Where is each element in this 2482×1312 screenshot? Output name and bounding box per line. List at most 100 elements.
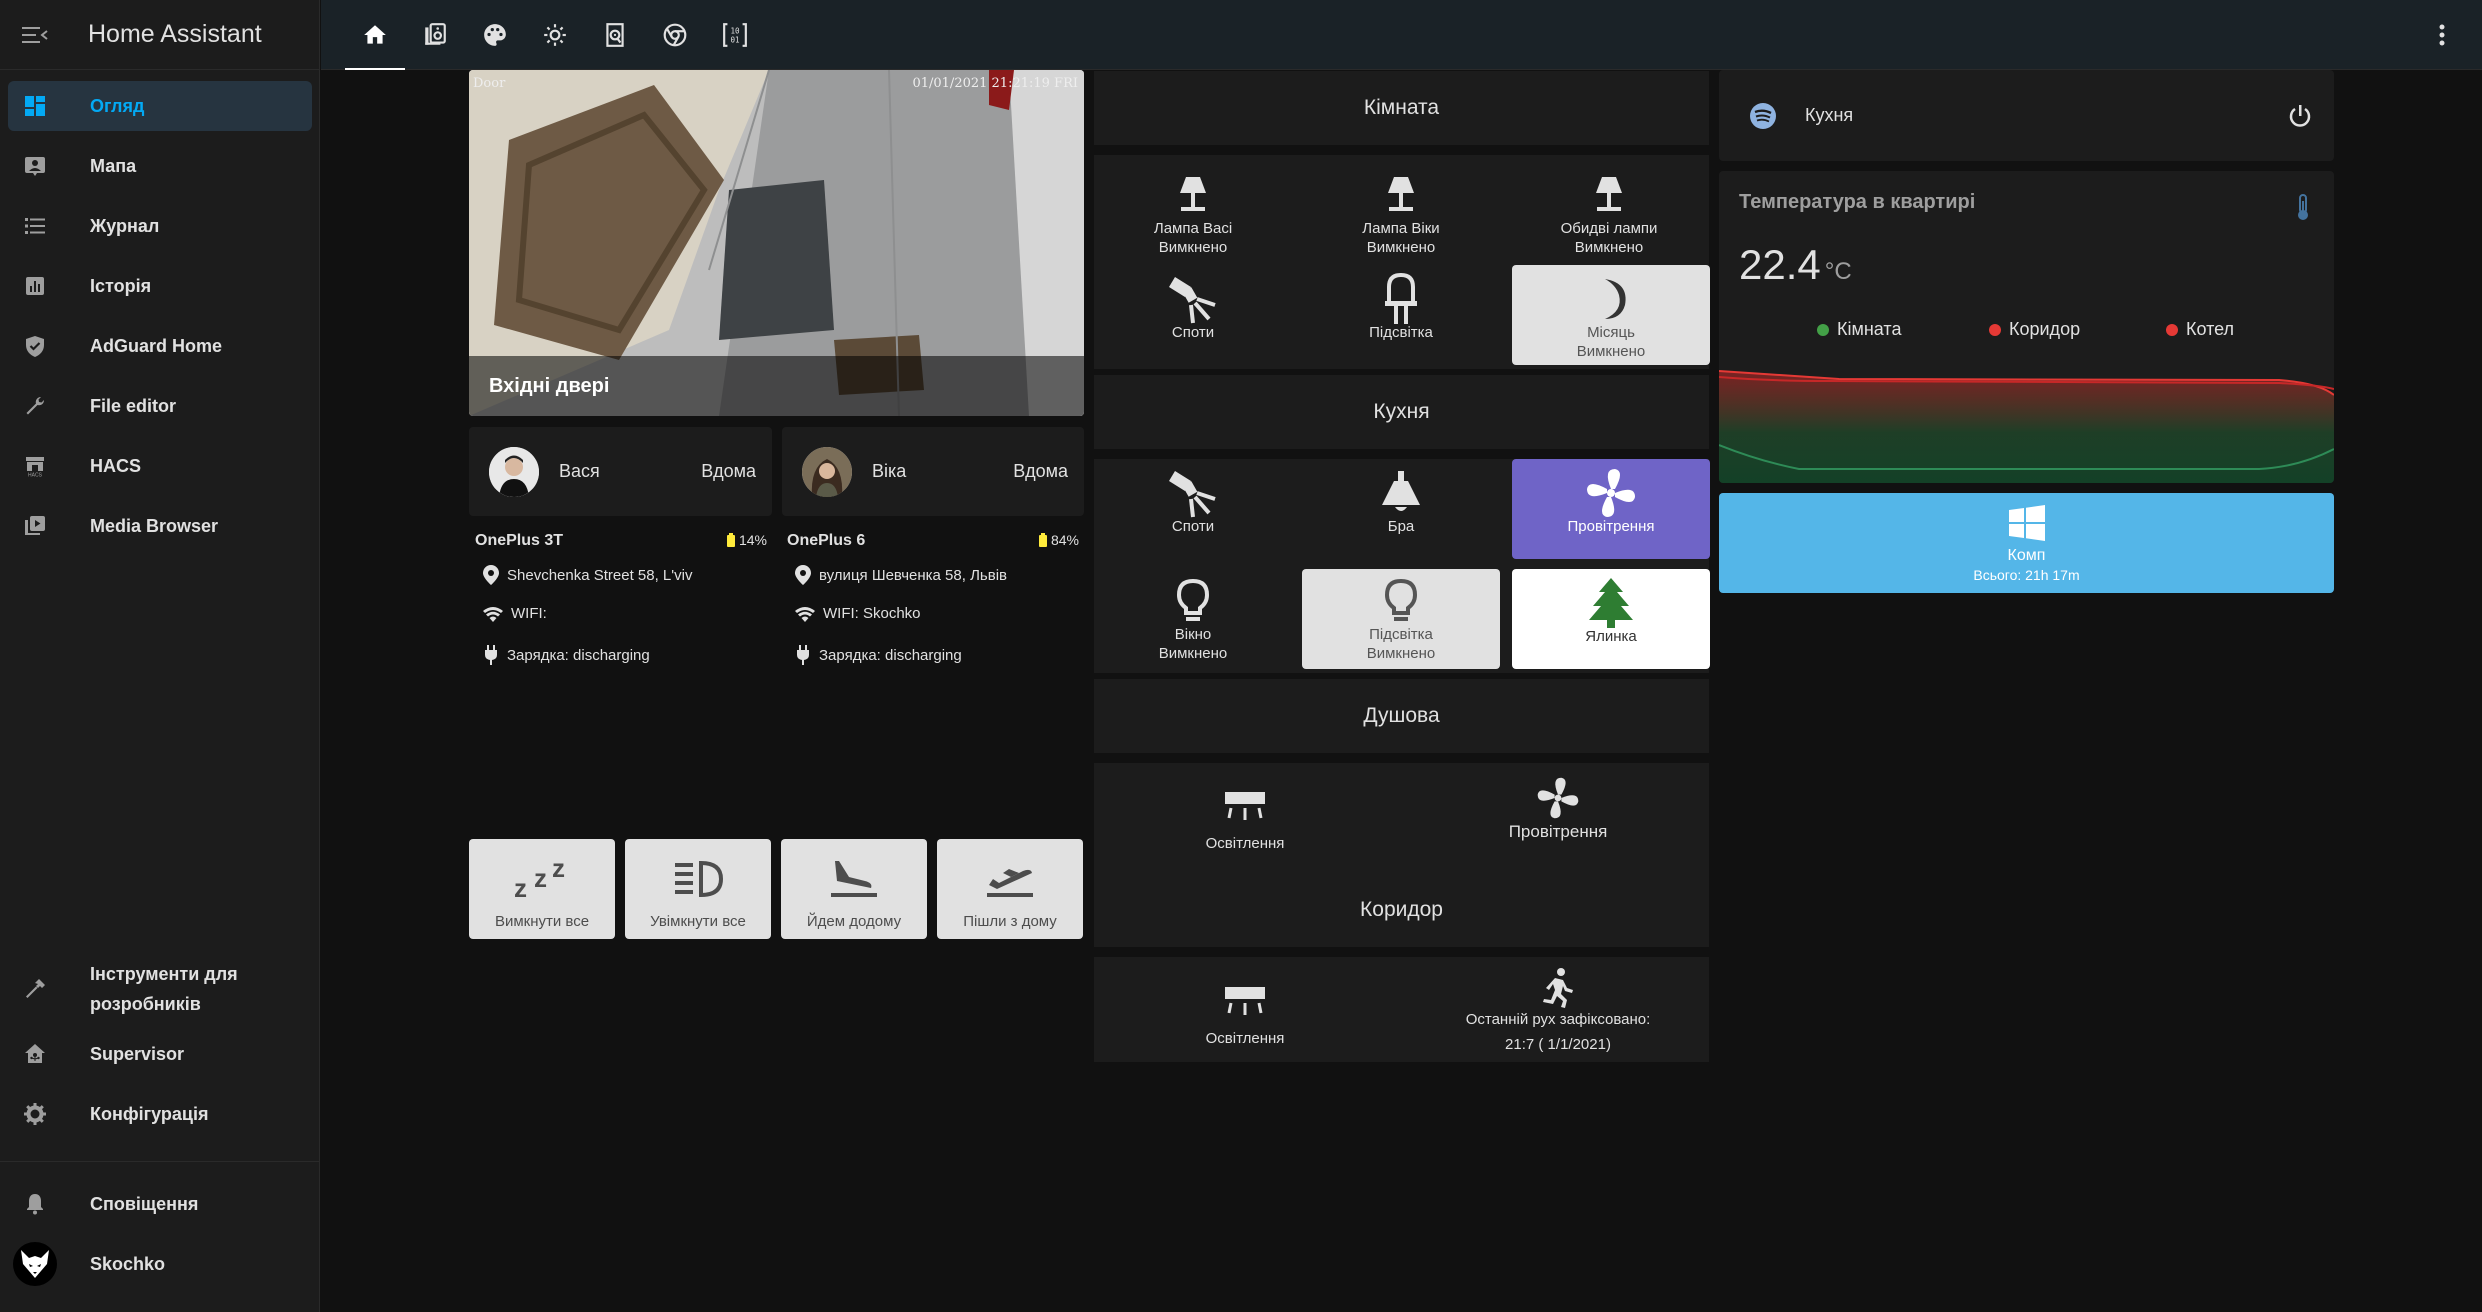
room-header-kukhnia: Кухня <box>1094 375 1709 449</box>
sidebar-item-file-editor[interactable]: File editor <box>8 381 312 431</box>
backlight-kukhnia-button[interactable]: Підсвітка Вимкнено <box>1302 569 1500 669</box>
tab-home[interactable] <box>345 0 405 70</box>
sidebar-item-hacs[interactable]: HACS HACS <box>8 441 312 491</box>
power-plug-icon <box>797 645 809 665</box>
sidebar-item-adguard[interactable]: AdGuard Home <box>8 321 312 371</box>
moon-light-button[interactable]: Місяць Вимкнено <box>1512 265 1710 365</box>
entity-name: Провітрення <box>1508 822 1608 841</box>
battery-level: 14% <box>738 532 767 548</box>
entity-name: Споти <box>1171 518 1215 535</box>
leaving-home-button[interactable]: Пішли з дому <box>937 839 1083 939</box>
lamp-icon <box>1384 171 1418 219</box>
dashboard-icon <box>10 81 60 131</box>
window-kukhnia-button[interactable]: Вікно Вимкнено <box>1094 569 1292 669</box>
lightbulb-outline-icon <box>1175 577 1211 625</box>
sidebar-item-overview[interactable]: Огляд <box>8 81 312 131</box>
spotlight-icon <box>1167 275 1219 324</box>
coming-home-button[interactable]: Йдем додому <box>781 839 927 939</box>
menu-toggle-button[interactable] <box>0 0 70 70</box>
legend-kotel[interactable]: Котел <box>2166 319 2234 340</box>
room-header-kimnata: Кімната <box>1094 71 1709 145</box>
wifi-text: WIFI: Skochko <box>823 605 921 622</box>
temperature-graph <box>1719 370 2334 483</box>
legend-dot <box>2166 323 2178 336</box>
wrench-icon <box>10 381 60 431</box>
entity-state: 21:7 ( 1/1/2021) <box>1505 1036 1611 1053</box>
script-label: Йдем додому <box>806 913 902 930</box>
script-label: Увімкнути все <box>650 913 746 930</box>
lighting-korydor-button[interactable]: Освітлення <box>1146 965 1344 1065</box>
moon-icon <box>1591 275 1631 323</box>
media-player-card[interactable]: Кухня <box>1719 70 2334 161</box>
sidebar-item-history[interactable]: Історія <box>8 261 312 311</box>
entity-state: Вимкнено <box>1574 239 1644 256</box>
dev-tools-line1: Інструменти для <box>90 964 238 984</box>
map-marker-icon <box>483 565 499 585</box>
sidebar-item-label: Огляд <box>90 96 145 116</box>
sidebar-item-label: Media Browser <box>90 516 219 536</box>
sidebar-item-label: Skochko <box>90 1254 166 1274</box>
tab-binary[interactable]: 10 01 <box>705 0 765 70</box>
spots-kimnata-button[interactable]: Споти <box>1094 265 1292 365</box>
home-assistant-icon <box>10 1029 60 1079</box>
turn-off-all-button[interactable]: zzz Вимкнути все <box>469 839 615 939</box>
entity-name: Підсвітка <box>1369 324 1433 341</box>
avatar <box>489 446 539 497</box>
sidebar-item-notifications[interactable]: Сповіщення <box>8 1179 312 1229</box>
overflow-menu-button[interactable] <box>2428 21 2456 49</box>
sidebar-item-supervisor[interactable]: Supervisor <box>8 1029 312 1079</box>
computer-button[interactable]: Комп Всього: 21h 17m <box>1719 493 2334 593</box>
tab-palette[interactable] <box>465 0 525 70</box>
backlight-kimnata-button[interactable]: Підсвітка <box>1302 265 1500 365</box>
ventilation-kukhnia-button[interactable]: Провітрення <box>1512 459 1710 559</box>
location-row: Shevchenka Street 58, L'viv <box>483 565 692 585</box>
sidebar-item-user[interactable]: Skochko <box>8 1239 312 1289</box>
home-icon <box>362 22 388 48</box>
sidebar-item-label: Історія <box>90 276 152 296</box>
person-card-vasia[interactable]: Вася Вдома <box>469 427 772 516</box>
legend-kimnata[interactable]: Кімната <box>1817 319 1901 340</box>
wifi-text: WIFI: <box>511 605 547 622</box>
fan-icon <box>1536 774 1580 822</box>
charging-text: Зарядка: discharging <box>507 646 650 664</box>
tab-speaker[interactable] <box>405 0 465 70</box>
history-icon <box>10 261 60 311</box>
spots-kukhnia-button[interactable]: Споти <box>1094 459 1292 559</box>
svg-text:z: z <box>552 857 565 883</box>
lighting-dushova-button[interactable]: Освітлення <box>1146 770 1344 870</box>
turn-on-all-button[interactable]: Увімкнути все <box>625 839 771 939</box>
lightbulb-outline-icon <box>1383 577 1419 625</box>
christmas-tree-button[interactable]: Ялинка <box>1512 569 1710 669</box>
lamp-icon <box>1592 171 1626 219</box>
ventilation-dushova-button[interactable]: Провітрення <box>1459 762 1657 862</box>
svg-text:z: z <box>534 863 547 893</box>
sidebar-item-media-browser[interactable]: Media Browser <box>8 501 312 551</box>
sidebar-item-label: HACS <box>90 456 142 476</box>
tab-brightness[interactable] <box>525 0 585 70</box>
sidebar-item-label: Інструменти для розробників <box>90 959 238 1019</box>
person-card-vika[interactable]: Віка Вдома <box>782 427 1084 516</box>
graph-area <box>1719 371 2334 483</box>
lamp-vasi-button[interactable]: Лампа Васі Вимкнено <box>1094 159 1292 259</box>
tab-chrome[interactable] <box>645 0 705 70</box>
lamp-viky-button[interactable]: Лампа Віки Вимкнено <box>1302 159 1500 259</box>
legend-korydor[interactable]: Коридор <box>1989 319 2080 340</box>
charging-row: Зарядка: discharging <box>483 645 650 665</box>
lamp-icon <box>1176 171 1210 219</box>
tab-sd-card[interactable] <box>585 0 645 70</box>
sidebar-item-map[interactable]: Мапа <box>8 141 312 191</box>
sidebar-item-label: AdGuard Home <box>90 336 223 356</box>
wifi-icon <box>795 606 815 622</box>
camera-card[interactable]: Door 01/01/2021 21:21:19 FRI Вхідні двер… <box>469 70 1084 416</box>
entity-name: Ялинка <box>1585 628 1637 645</box>
sidebar-item-developer-tools[interactable]: Інструменти для розробників <box>8 959 312 1019</box>
sidebar-item-logbook[interactable]: Журнал <box>8 201 312 251</box>
bra-button[interactable]: Бра <box>1302 459 1500 559</box>
entity-name: Місяць <box>1587 324 1635 341</box>
motion-sensor-korydor[interactable]: Останній рух зафіксовано: 21:7 ( 1/1/202… <box>1419 958 1697 1058</box>
both-lamps-button[interactable]: Обидві лампи Вимкнено <box>1510 159 1708 259</box>
temperature-card[interactable]: Температура в квартирі 22.4 °C Кімната К… <box>1719 171 2334 483</box>
power-button[interactable] <box>2286 102 2314 130</box>
script-label: Вимкнути все <box>494 913 590 930</box>
sidebar-item-configuration[interactable]: Конфігурація <box>8 1089 312 1139</box>
